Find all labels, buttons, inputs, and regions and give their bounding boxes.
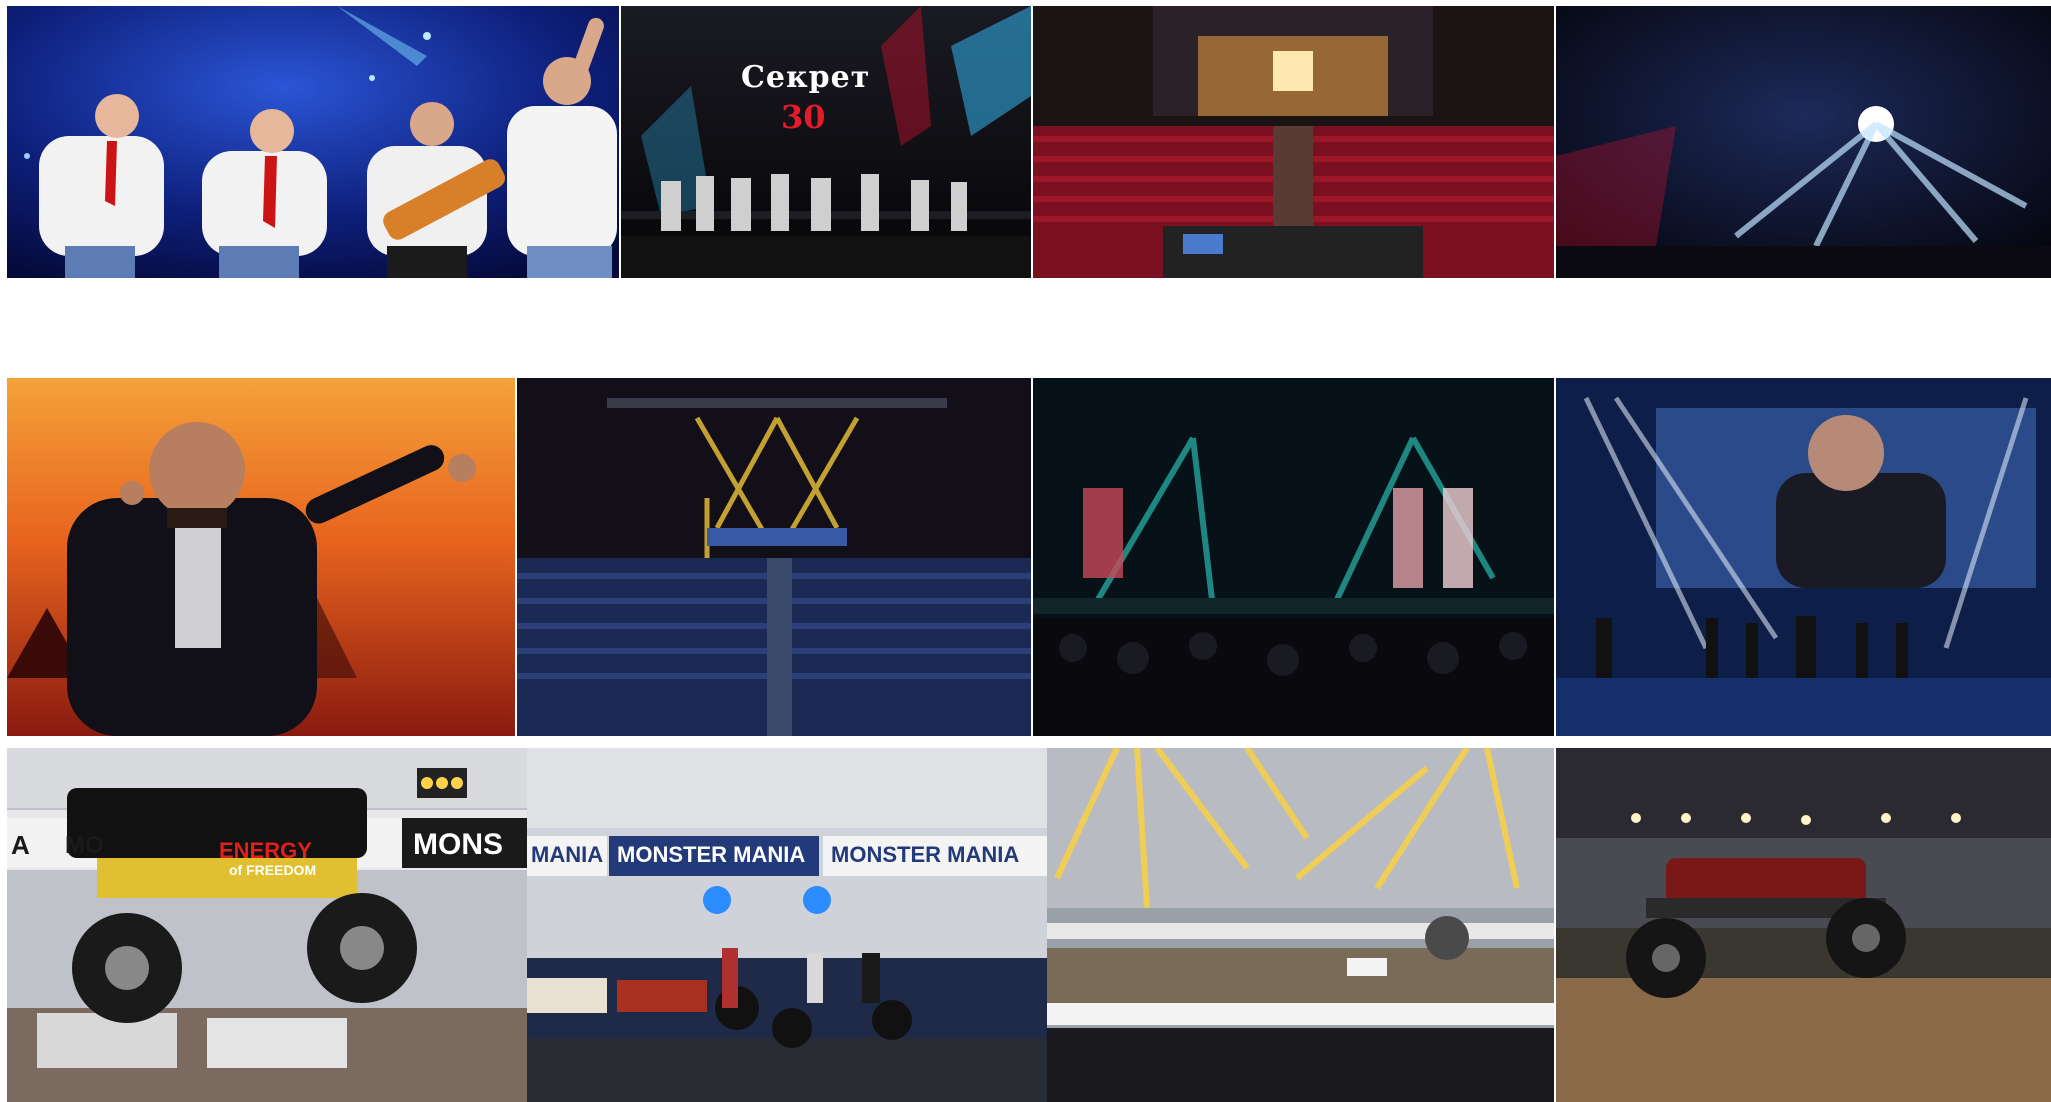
photo-concert-hall-yellow[interactable] bbox=[517, 378, 1031, 736]
photo-monster-truck-jump[interactable] bbox=[1556, 748, 2051, 1102]
photo-singer-dancers[interactable] bbox=[1556, 378, 2051, 736]
truck-logo-line2: of FREEDOM bbox=[229, 862, 317, 878]
monster-truck-energy-image bbox=[7, 748, 527, 1102]
banner-monster-mania-1: MONSTER MANIA bbox=[617, 842, 806, 867]
photo-singer-orange[interactable] bbox=[7, 378, 515, 736]
stage-number: 30 bbox=[781, 98, 826, 136]
sekret-30-stage-image bbox=[621, 6, 1031, 278]
light-show-image bbox=[1556, 6, 2051, 278]
band-quartet-image bbox=[7, 6, 619, 278]
singer-orange-image bbox=[7, 378, 515, 736]
banner-a-text: A bbox=[11, 830, 30, 860]
photo-light-show[interactable] bbox=[1556, 6, 2051, 278]
photo-arena-yellow-lights[interactable] bbox=[1047, 748, 1554, 1102]
concert-hall-audience-image bbox=[1033, 6, 1554, 278]
banner-mons-text: MONS bbox=[413, 828, 503, 861]
banner-mo-text: MO bbox=[65, 832, 104, 859]
photo-concert-hall-audience[interactable] bbox=[1033, 6, 1554, 278]
stage-teal-image bbox=[1033, 378, 1554, 736]
monster-truck-jump-image bbox=[1556, 748, 2051, 1102]
truck-logo-line1: ENERGY bbox=[219, 838, 312, 863]
banner-mania-text: MANIA bbox=[531, 842, 604, 867]
photo-monster-truck-energy[interactable]: A MO MONS ENERGY of FREEDOM bbox=[7, 748, 527, 1102]
concert-hall-yellow-image bbox=[517, 378, 1031, 736]
singer-dancers-image bbox=[1556, 378, 2051, 736]
arena-yellow-lights-image bbox=[1047, 748, 1554, 1102]
photo-stage-teal[interactable] bbox=[1033, 378, 1554, 736]
motorcycle-stunts-image bbox=[527, 748, 1047, 1102]
photo-motorcycle-stunts[interactable]: MANIA MONSTER MANIA MONSTER MANIA bbox=[527, 748, 1047, 1102]
photo-band-quartet[interactable] bbox=[7, 6, 619, 278]
banner-monster-mania-2: MONSTER MANIA bbox=[831, 842, 1020, 867]
photo-collage: Секрет 30 A MO MONS ENERGY of FREEDOM MA… bbox=[0, 0, 2051, 1102]
stage-title: Секрет bbox=[741, 60, 871, 95]
photo-sekret-30-stage[interactable]: Секрет 30 bbox=[621, 6, 1031, 278]
